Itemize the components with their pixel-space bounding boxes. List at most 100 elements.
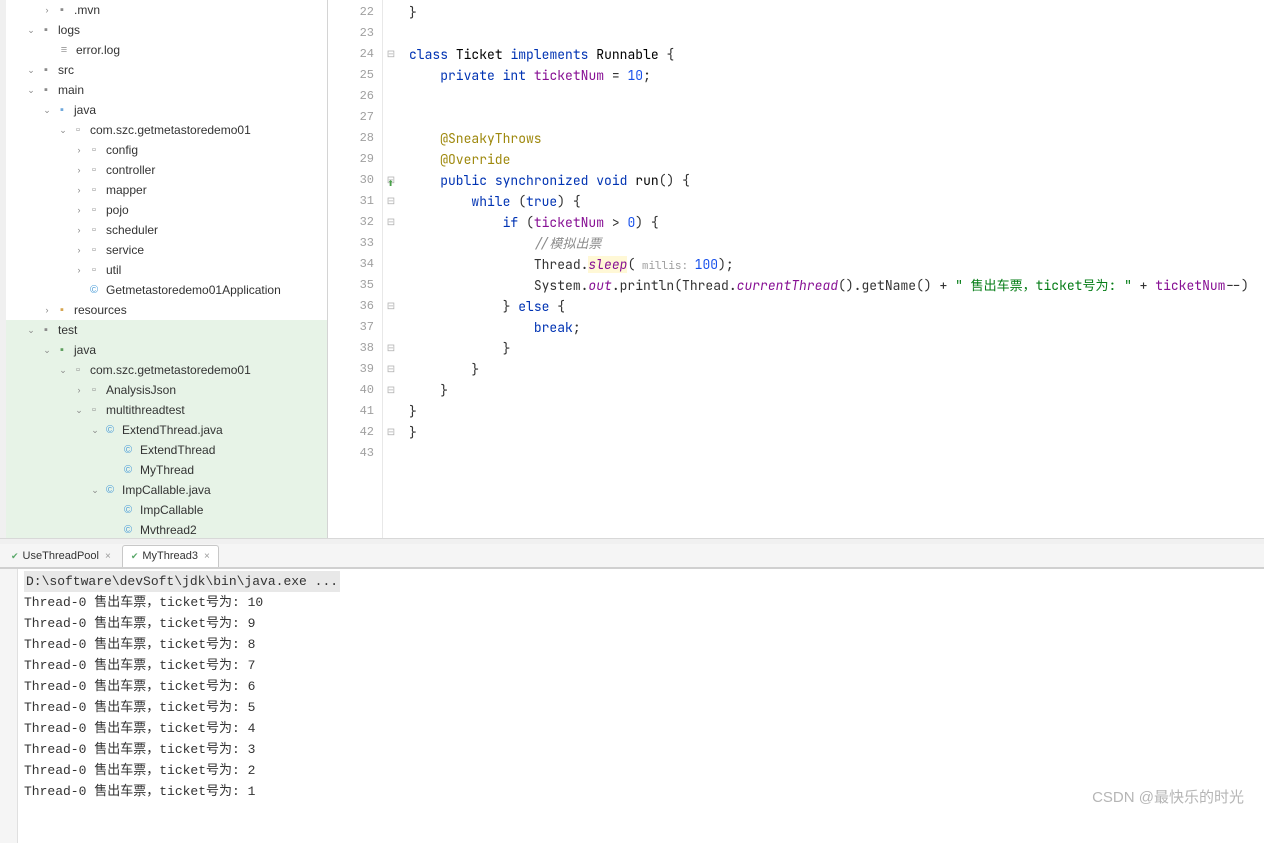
folder-icon: ▪: [54, 304, 70, 317]
tree-impcls[interactable]: ©ImpCallable: [6, 500, 327, 520]
tree-java[interactable]: ⌄▪java: [6, 100, 327, 120]
tree-pkg1[interactable]: ⌄▫com.szc.getmetastoredemo01: [6, 120, 327, 140]
run-tabs: ✔UseThreadPool× ✔MyThread3×: [0, 544, 1264, 568]
package-icon: ▫: [86, 204, 102, 217]
fold-icon[interactable]: ⊟: [383, 296, 399, 317]
tree-mapper[interactable]: ›▫mapper: [6, 180, 327, 200]
line-number: 38: [328, 338, 382, 359]
class-icon: ©: [120, 464, 136, 477]
tree-mythread2[interactable]: ©Mvthread2: [6, 520, 327, 538]
tree-label: ExtendThread: [140, 443, 215, 457]
run-tab-pool[interactable]: ✔UseThreadPool×: [2, 545, 120, 567]
tree-extfile[interactable]: ⌄© ExtendThread.java: [6, 420, 327, 440]
tree-main[interactable]: ⌄▪ main: [6, 80, 327, 100]
tree-label: com.szc.getmetastoredemo01: [90, 123, 251, 137]
java-file-icon: ©: [102, 484, 118, 497]
folder-test-icon: ▪: [54, 344, 70, 357]
tree-config[interactable]: ›▫config: [6, 140, 327, 160]
tree-label: mapper: [106, 183, 147, 197]
tree-label: java: [74, 343, 96, 357]
tree-scheduler[interactable]: ›▫scheduler: [6, 220, 327, 240]
project-tree[interactable]: ›▪.mvn ⌄▪logs ≡error.log ⌄▪src ⌄▪main ⌄▪…: [6, 0, 328, 538]
folder-icon: ▪: [38, 324, 54, 337]
folder-icon: ▪: [38, 84, 54, 97]
tree-java2[interactable]: ⌄▪java: [6, 340, 327, 360]
tree-label: Getmetastoredemo01Application: [106, 283, 281, 297]
line-number: 22: [328, 2, 382, 23]
chevron-right-icon: ›: [74, 245, 84, 255]
line-number: 23: [328, 23, 382, 44]
package-icon: ▫: [70, 364, 86, 377]
folder-icon: ▪: [38, 24, 54, 37]
tree-label: main: [58, 83, 84, 97]
file-icon: ≡: [56, 44, 72, 57]
tree-multi[interactable]: ⌄▫multithreadtest: [6, 400, 327, 420]
tree-src[interactable]: ⌄▪src: [6, 60, 327, 80]
chevron-down-icon: ⌄: [58, 365, 68, 375]
code-area[interactable]: } class Ticket implements Runnable { pri…: [399, 0, 1264, 538]
tree-pkg2[interactable]: ⌄▫com.szc.getmetastoredemo01: [6, 360, 327, 380]
console-output[interactable]: D:\software\devSoft\jdk\bin\java.exe ...…: [18, 569, 346, 843]
tree-extcls[interactable]: ©ExtendThread: [6, 440, 327, 460]
line-number: 30⬆: [328, 170, 382, 191]
tree-util[interactable]: ›▫util: [6, 260, 327, 280]
tree-controller[interactable]: ›▫controller: [6, 160, 327, 180]
run-tab-mythread3[interactable]: ✔MyThread3×: [122, 545, 219, 567]
tree-app[interactable]: ©Getmetastoredemo01Application: [6, 280, 327, 300]
line-number: 34: [328, 254, 382, 275]
package-icon: ▫: [86, 244, 102, 257]
chevron-right-icon: ›: [42, 305, 52, 315]
close-icon[interactable]: ×: [204, 551, 210, 562]
chevron-down-icon: ⌄: [26, 85, 36, 95]
fold-end-icon[interactable]: ⊟: [383, 338, 399, 359]
pane-resize-handle[interactable]: [322, 0, 326, 538]
tree-impfile[interactable]: ⌄©ImpCallable.java: [6, 480, 327, 500]
tree-label: service: [106, 243, 144, 257]
tree-mythread[interactable]: ©MyThread: [6, 460, 327, 480]
tree-resources[interactable]: ›▪resources: [6, 300, 327, 320]
chevron-right-icon: ›: [74, 265, 84, 275]
line-number: 31: [328, 191, 382, 212]
tree-pojo[interactable]: ›▫pojo: [6, 200, 327, 220]
console-line: Thread-0 售出车票，ticket号为: 6: [24, 676, 340, 697]
tree-label: config: [106, 143, 138, 157]
java-file-icon: ©: [102, 424, 118, 437]
tree-label: ExtendThread.java: [122, 423, 223, 437]
fold-end-icon[interactable]: ⊟: [383, 380, 399, 401]
fold-end-icon[interactable]: ⊟: [383, 422, 399, 443]
tree-label: .mvn: [74, 3, 100, 17]
line-number: 32: [328, 212, 382, 233]
folder-icon: ▪: [54, 4, 70, 17]
tree-label: multithreadtest: [106, 403, 185, 417]
chevron-right-icon: ›: [74, 205, 84, 215]
tree-mvn[interactable]: ›▪.mvn: [6, 0, 327, 20]
chevron-down-icon: ⌄: [74, 405, 84, 415]
line-number: 35: [328, 275, 382, 296]
line-number: 26: [328, 86, 382, 107]
console-line: Thread-0 售出车票，ticket号为: 10: [24, 592, 340, 613]
tree-test[interactable]: ⌄▪test: [6, 320, 327, 340]
tree-label: controller: [106, 163, 155, 177]
tree-service[interactable]: ›▫ service: [6, 240, 327, 260]
tree-errorlog[interactable]: ≡error.log: [6, 40, 327, 60]
override-marker-icon[interactable]: ⬆: [387, 174, 394, 195]
tree-analysis[interactable]: ›▫AnalysisJson: [6, 380, 327, 400]
tree-label: util: [106, 263, 121, 277]
fold-end-icon[interactable]: ⊟: [383, 359, 399, 380]
line-number: 41: [328, 401, 382, 422]
line-number: 39: [328, 359, 382, 380]
run-toolbar[interactable]: [0, 569, 18, 843]
line-number: 28: [328, 128, 382, 149]
chevron-down-icon: ⌄: [90, 425, 100, 435]
console-line: Thread-0 售出车票，ticket号为: 4: [24, 718, 340, 739]
close-icon[interactable]: ×: [105, 551, 111, 562]
console-line: Thread-0 售出车票，ticket号为: 9: [24, 613, 340, 634]
tree-logs[interactable]: ⌄▪logs: [6, 20, 327, 40]
folder-icon: ▪: [38, 64, 54, 77]
line-gutter: 22 23 24 25 26 27 28 29 30⬆ 31 32 33 34 …: [328, 0, 383, 538]
code-editor[interactable]: 22 23 24 25 26 27 28 29 30⬆ 31 32 33 34 …: [328, 0, 1264, 538]
fold-icon[interactable]: ⊟: [383, 212, 399, 233]
package-icon: ▫: [86, 184, 102, 197]
fold-icon[interactable]: ⊟: [383, 44, 399, 65]
tree-label: scheduler: [106, 223, 158, 237]
